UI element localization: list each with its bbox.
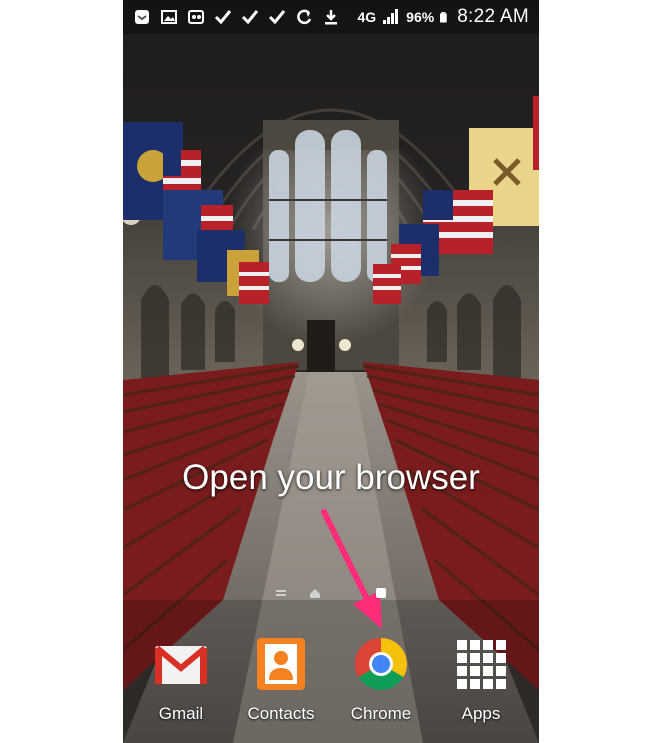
dock-app-apps[interactable]: Apps [431,632,531,724]
app-dock: Gmail Contacts Chrome Apps [123,632,539,743]
page-dot-current [376,588,386,598]
dock-app-chrome[interactable]: Chrome [331,632,431,724]
dock-app-contacts[interactable]: Contacts [231,632,331,724]
gmail-icon [155,645,207,684]
dock-app-gmail[interactable]: Gmail [131,632,231,724]
home-page-indicator [271,587,391,601]
page-list-icon [276,590,286,596]
dock-app-label: Contacts [247,704,315,723]
apps-grid-icon [457,640,506,689]
phone-screen: 4G 96% 8:22 AM Open your browser Gmail C… [123,0,539,743]
contacts-icon [257,638,305,690]
pointer-arrow-shaft [321,509,369,600]
dock-app-label: Chrome [350,704,412,723]
dock-app-label: Apps [461,704,501,723]
home-page-icon [310,589,320,598]
chrome-icon [355,638,407,690]
dock-app-label: Gmail [158,704,204,723]
